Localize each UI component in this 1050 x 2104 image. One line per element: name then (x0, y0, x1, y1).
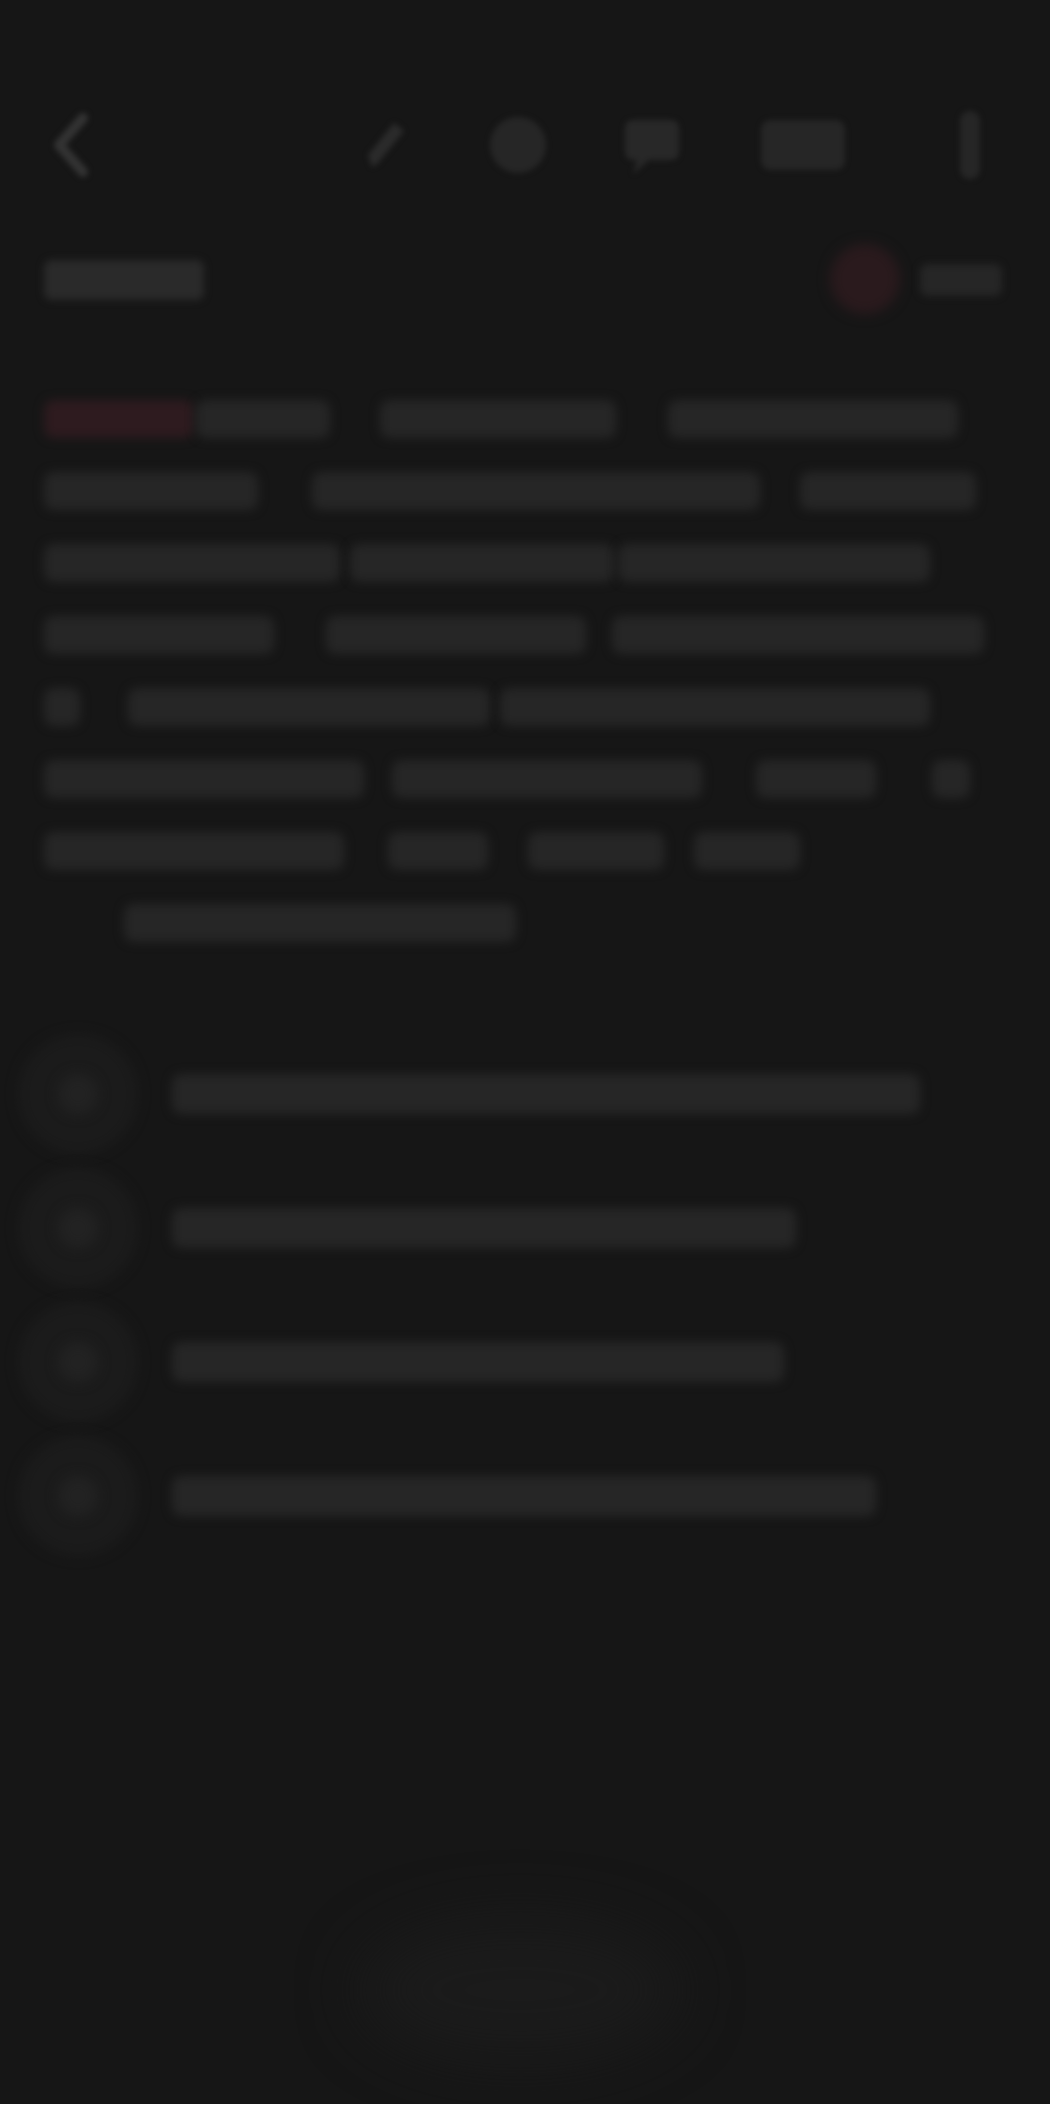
circle-icon (483, 110, 553, 180)
text-line (44, 688, 80, 726)
text-line (388, 832, 488, 870)
text-line (44, 616, 274, 654)
option-text (172, 1476, 876, 1516)
circle-button[interactable] (478, 95, 558, 195)
answer-option[interactable] (0, 1432, 1050, 1566)
text-line (44, 760, 364, 798)
text-line (312, 472, 760, 510)
option-letter (58, 1342, 98, 1382)
question-header (0, 240, 1050, 320)
question-text (0, 390, 1050, 950)
answer-options (0, 1030, 1050, 1570)
speech-bubble-icon (617, 110, 687, 180)
text-line (44, 472, 258, 510)
option-letter (58, 1208, 98, 1248)
answer-option[interactable] (0, 1298, 1050, 1432)
answer-option[interactable] (0, 1164, 1050, 1298)
back-button[interactable] (30, 95, 110, 195)
comment-button[interactable] (612, 95, 692, 195)
option-letter (58, 1476, 98, 1516)
question-label (44, 260, 204, 300)
text-line (350, 544, 614, 582)
avatar[interactable] (830, 244, 900, 314)
text-line (124, 904, 516, 942)
chevron-left-icon (45, 110, 95, 180)
bottom-shadow (360, 1920, 680, 2060)
top-toolbar (0, 95, 1050, 195)
text-line (612, 616, 984, 654)
option-letter (58, 1074, 98, 1114)
text-line (380, 400, 616, 438)
text-line (44, 832, 344, 870)
vertical-dots-icon (950, 105, 990, 185)
text-line (44, 544, 340, 582)
text-line (756, 760, 876, 798)
author-name (920, 264, 1002, 296)
option-text (172, 1208, 796, 1248)
text-line (694, 832, 800, 870)
tag-icon (753, 110, 853, 180)
text-line (128, 688, 490, 726)
text-line (668, 400, 958, 438)
pencil-icon (360, 115, 410, 175)
text-line (392, 760, 702, 798)
text-line (196, 400, 330, 438)
option-text (172, 1342, 784, 1382)
answer-option[interactable] (0, 1030, 1050, 1164)
highlighted-text (44, 400, 194, 438)
text-line (618, 544, 930, 582)
text-line (326, 616, 586, 654)
edit-button[interactable] (350, 95, 420, 195)
tag-button[interactable] (748, 95, 858, 195)
more-button[interactable] (945, 95, 995, 195)
option-text (172, 1074, 920, 1114)
text-line (932, 760, 970, 798)
text-line (528, 832, 664, 870)
text-line (800, 472, 976, 510)
text-line (500, 688, 930, 726)
